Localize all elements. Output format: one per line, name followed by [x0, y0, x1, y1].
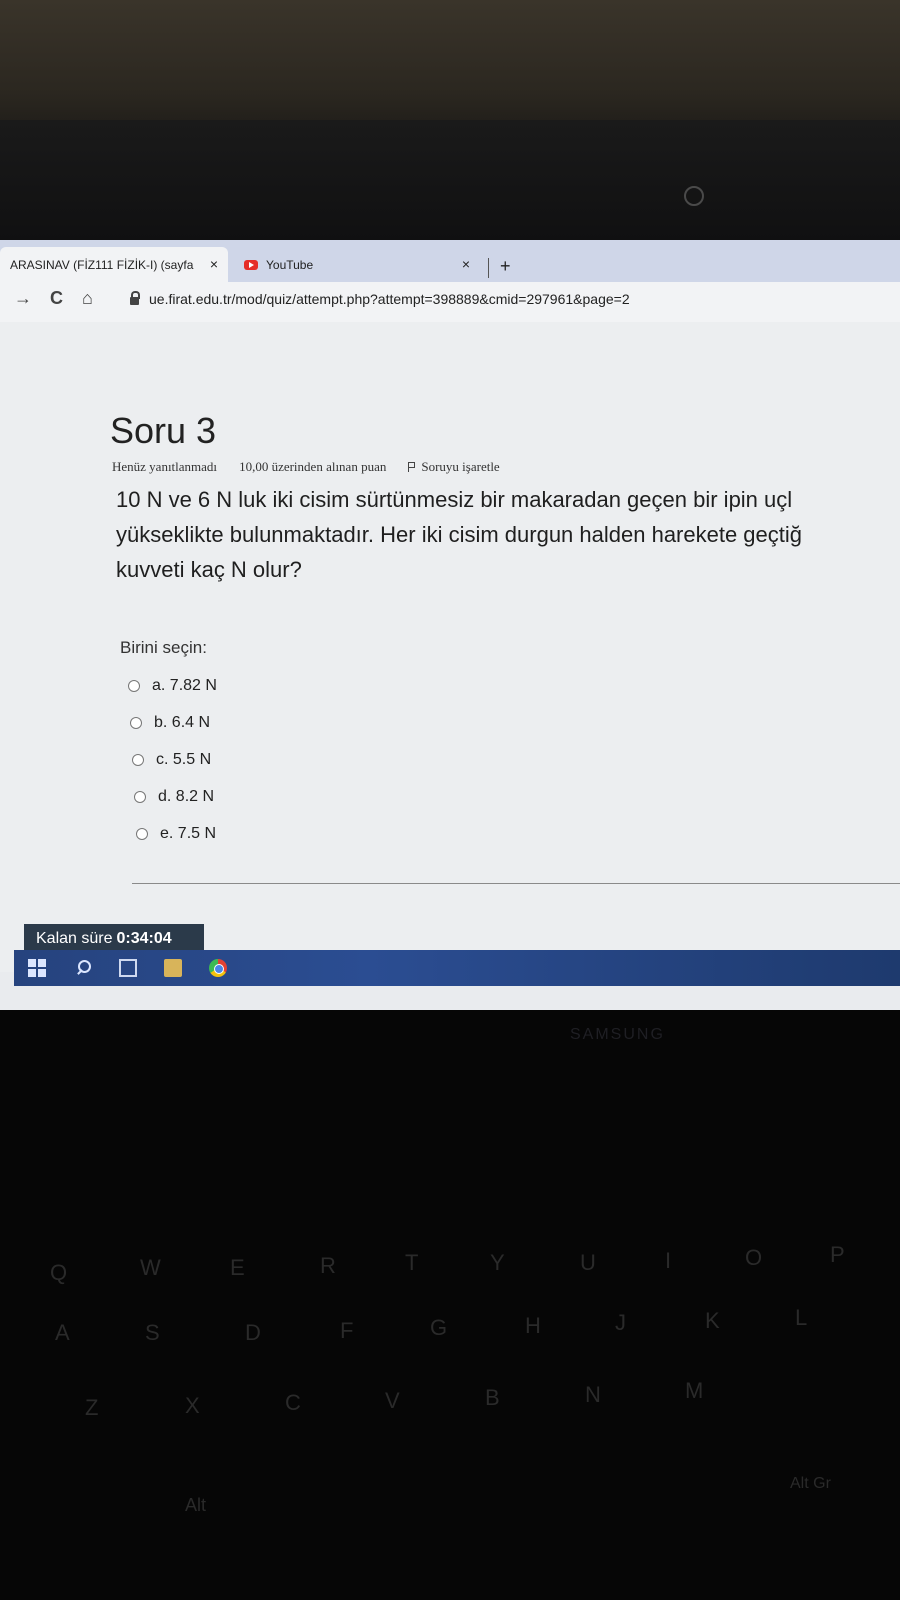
answer-label: c. 5.5 N — [156, 750, 212, 768]
key: E — [230, 1255, 245, 1280]
key: Alt — [185, 1495, 207, 1515]
question-line: yükseklikte bulunmaktadır. Her iki cisim… — [116, 522, 803, 547]
key: C — [285, 1390, 301, 1415]
key: V — [385, 1388, 400, 1413]
answer-list: a. 7.82 N b. 6.4 N c. 5.5 N d. 8.2 N e. … — [128, 667, 217, 852]
key: Q — [50, 1260, 68, 1285]
question-info: Henüz yanıtlanmadı 10,00 üzerinden alına… — [112, 459, 500, 475]
flag-question-link[interactable]: Soruyu işaretle — [408, 459, 500, 475]
tab-strip: ARASINAV (FİZ111 FİZİK-I) (sayfa × YouTu… — [0, 240, 900, 282]
question-line: kuvveti kaç N olur? — [116, 557, 302, 582]
key: T — [405, 1250, 419, 1275]
youtube-icon — [244, 259, 258, 270]
answer-option-c[interactable]: c. 5.5 N — [132, 741, 217, 778]
timer-value: 0:34:04 — [116, 930, 172, 947]
key: Z — [85, 1395, 99, 1420]
key: L — [795, 1305, 808, 1330]
answer-label: e. 7.5 N — [160, 824, 217, 842]
tab-quiz[interactable]: ARASINAV (FİZ111 FİZİK-I) (sayfa × — [0, 247, 228, 282]
close-icon[interactable]: × — [462, 256, 470, 272]
radio-button[interactable] — [132, 753, 144, 766]
key: A — [55, 1320, 70, 1345]
webcam-icon — [684, 186, 704, 206]
file-explorer-icon[interactable] — [164, 959, 182, 977]
key: P — [830, 1242, 845, 1267]
tab-separator — [488, 258, 489, 278]
question-line: 10 N ve 6 N luk iki cisim sürtünmesiz bi… — [116, 487, 793, 512]
close-icon[interactable]: × — [210, 256, 218, 272]
answer-label: d. 8.2 N — [158, 787, 215, 805]
url-text: ue.firat.edu.tr/mod/quiz/attempt.php?att… — [149, 291, 630, 307]
task-view-icon[interactable] — [119, 959, 137, 977]
laptop-screen: ARASINAV (FİZ111 FİZİK-I) (sayfa × YouTu… — [0, 240, 900, 1010]
answer-label: a. 7.82 N — [152, 676, 217, 694]
key: S — [145, 1320, 160, 1345]
answer-option-d[interactable]: d. 8.2 N — [134, 778, 217, 815]
key: U — [580, 1250, 596, 1275]
address-bar[interactable]: ue.firat.edu.tr/mod/quiz/attempt.php?att… — [130, 291, 630, 307]
answer-prompt: Birini seçin: — [120, 638, 207, 657]
reload-icon[interactable]: C — [50, 288, 63, 309]
radio-button[interactable] — [128, 679, 140, 692]
timer-label: Kalan süre — [36, 930, 113, 947]
chrome-icon[interactable] — [209, 959, 227, 977]
question-text: 10 N ve 6 N luk iki cisim sürtünmesiz bi… — [116, 482, 896, 587]
search-icon[interactable] — [76, 959, 94, 977]
tab-label: ARASINAV (FİZ111 FİZİK-I) (sayfa — [10, 257, 194, 272]
brand-logo: SAMSUNG — [570, 1026, 665, 1043]
browser-toolbar: → C ⌂ ue.firat.edu.tr/mod/quiz/attempt.p… — [0, 282, 900, 323]
key: B — [485, 1385, 500, 1410]
lock-icon — [130, 291, 140, 305]
radio-button[interactable] — [136, 827, 148, 840]
radio-button[interactable] — [130, 716, 142, 729]
answer-option-a[interactable]: a. 7.82 N — [128, 667, 217, 704]
key: G — [430, 1315, 448, 1340]
laptop-bezel — [0, 120, 900, 255]
radio-button[interactable] — [134, 790, 146, 803]
key: X — [185, 1393, 200, 1418]
key: Y — [490, 1250, 505, 1275]
taskbar — [14, 950, 900, 986]
key: H — [525, 1313, 541, 1338]
quiz-page: Soru 3 Henüz yanıtlanmadı 10,00 üzerinde… — [0, 322, 900, 972]
key: F — [340, 1318, 354, 1343]
key: D — [245, 1320, 261, 1345]
divider — [132, 883, 900, 884]
question-title: Soru 3 — [110, 410, 217, 451]
key: K — [705, 1308, 720, 1333]
tab-label: YouTube — [266, 257, 314, 272]
forward-icon[interactable]: → — [14, 288, 32, 309]
key: M — [685, 1378, 704, 1403]
new-tab-button[interactable]: + — [500, 256, 511, 277]
answer-option-e[interactable]: e. 7.5 N — [136, 815, 217, 852]
question-status: Henüz yanıtlanmadı — [112, 459, 218, 474]
windows-icon[interactable] — [28, 959, 46, 977]
key: O — [745, 1245, 763, 1270]
answer-option-b[interactable]: b. 6.4 N — [130, 704, 217, 741]
tab-youtube[interactable]: YouTube × — [234, 247, 484, 282]
key: Alt Gr — [790, 1475, 831, 1492]
flag-icon — [408, 462, 416, 472]
laptop-keyboard: SAMSUNG Q W E R T Y U I O P A S D F G H … — [0, 1010, 900, 1600]
flag-label: Soruyu işaretle — [421, 459, 500, 474]
question-points: 10,00 üzerinden alınan puan — [239, 459, 387, 474]
key: J — [615, 1310, 626, 1335]
key: I — [665, 1248, 672, 1273]
key: N — [585, 1382, 601, 1407]
key: W — [140, 1255, 161, 1280]
home-icon[interactable]: ⌂ — [82, 288, 93, 309]
key: R — [320, 1253, 336, 1278]
answer-label: b. 6.4 N — [154, 713, 211, 731]
